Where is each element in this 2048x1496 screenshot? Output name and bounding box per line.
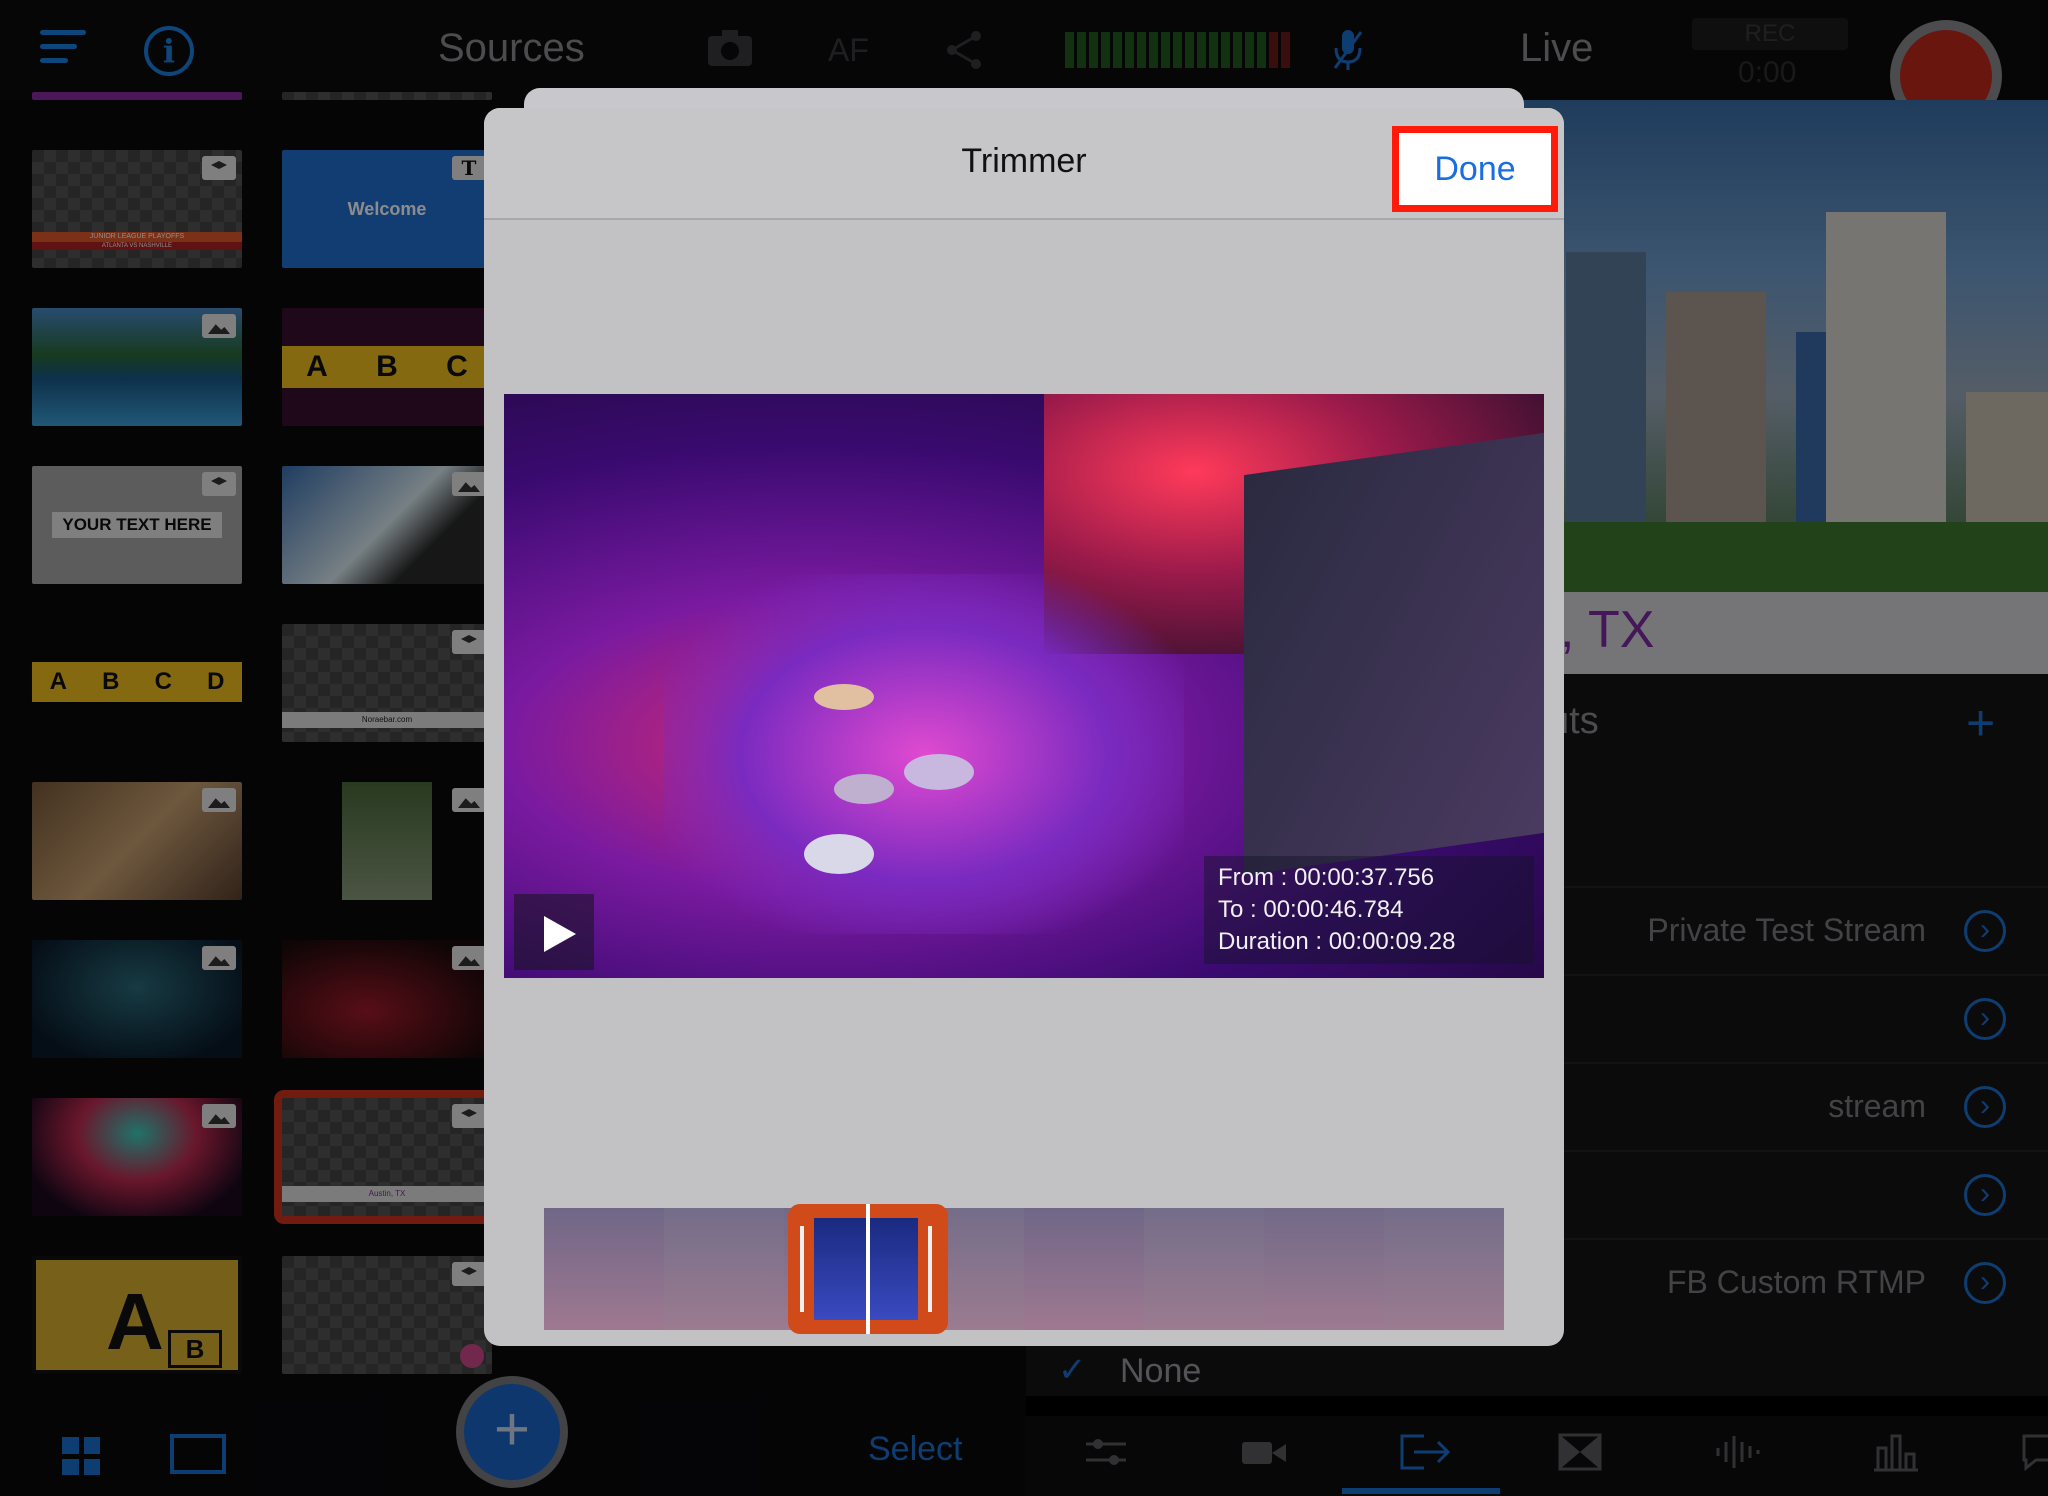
playhead[interactable]	[866, 1204, 870, 1334]
trimmer-modal: Trimmer Done From : 00:00:37.756 To : 00…	[484, 108, 1564, 1346]
trim-start-handle[interactable]	[800, 1226, 804, 1312]
filmstrip[interactable]	[544, 1208, 1504, 1330]
trim-end-handle[interactable]	[928, 1226, 932, 1312]
modal-header: Trimmer Done	[484, 108, 1564, 220]
trim-duration: Duration : 00:00:09.28	[1218, 928, 1456, 955]
trim-to: To : 00:00:46.784	[1218, 896, 1404, 923]
done-button[interactable]: Done	[1392, 126, 1558, 212]
play-icon[interactable]	[514, 894, 594, 970]
trim-from: From : 00:00:37.756	[1218, 864, 1435, 891]
video-preview: From : 00:00:37.756 To : 00:00:46.784 Du…	[504, 394, 1544, 978]
trim-time-info: From : 00:00:37.756 To : 00:00:46.784 Du…	[1204, 856, 1534, 964]
